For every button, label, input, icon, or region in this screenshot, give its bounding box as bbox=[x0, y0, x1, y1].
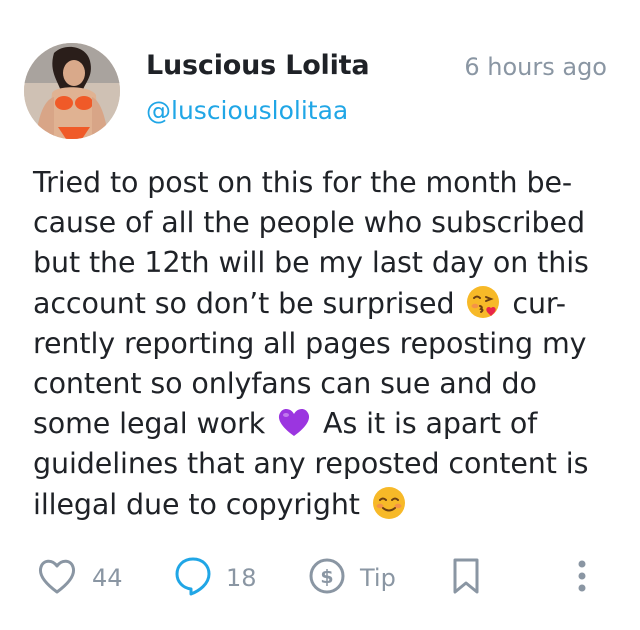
bookmark-icon bbox=[449, 557, 483, 599]
post-text-line: Tried to post on this for the month be- bbox=[33, 166, 573, 199]
post-actions-bar: 44 18 $ Tip bbox=[0, 550, 640, 606]
post-text-line: but the 12th will be my last day on this bbox=[33, 246, 589, 280]
svg-text:$: $ bbox=[320, 566, 333, 588]
post-timestamp[interactable]: 6 hours ago bbox=[464, 53, 607, 81]
post-text-line: account so don’t be surprised cur- bbox=[33, 284, 598, 324]
post-text-segment: account so don’t be surprised bbox=[33, 286, 455, 320]
post-text-line: cause of all the people who subscribed bbox=[33, 206, 585, 240]
more-options-button[interactable] bbox=[570, 550, 594, 606]
purple-heart-emoji bbox=[276, 404, 312, 440]
post-text-line: some legal work As it is apart of bbox=[33, 404, 598, 444]
post-text-line: content so onlyfans can sue and do bbox=[33, 367, 537, 401]
avatar[interactable] bbox=[24, 43, 120, 139]
post-text-line: guidelines that any reposted content is bbox=[33, 447, 589, 481]
tip-button[interactable]: $ Tip bbox=[308, 550, 396, 606]
bookmark-button[interactable] bbox=[449, 550, 483, 606]
post-text-line: rently reporting all pages reposting my bbox=[33, 326, 587, 360]
post-text-line: illegal due to copyright bbox=[33, 485, 598, 525]
author-handle[interactable]: @lusciouslolitaa bbox=[146, 96, 348, 125]
comment-button[interactable]: 18 bbox=[174, 550, 257, 606]
face-blowing-kiss-emoji bbox=[465, 284, 501, 320]
avatar-image bbox=[24, 43, 120, 139]
author-display-name[interactable]: Luscious Lolita bbox=[146, 50, 370, 81]
post-text-segment: As it is apart of bbox=[323, 407, 538, 441]
like-button[interactable]: 44 bbox=[36, 550, 123, 606]
post-text-segment: some legal work bbox=[33, 407, 266, 441]
dollar-icon: $ bbox=[308, 557, 346, 599]
more-vertical-icon bbox=[570, 556, 594, 600]
comment-count: 18 bbox=[226, 564, 257, 592]
smiling-face-emoji bbox=[371, 485, 407, 521]
post-card: Luscious Lolita @lusciouslolitaa 6 hours… bbox=[0, 0, 640, 630]
post-text-segment: illegal due to copyright bbox=[33, 487, 360, 521]
like-count: 44 bbox=[92, 564, 123, 592]
heart-icon bbox=[36, 557, 78, 599]
comment-bubble-icon bbox=[174, 556, 212, 600]
tip-label: Tip bbox=[360, 564, 396, 592]
post-text: Tried to post on this for the month be- … bbox=[33, 163, 598, 525]
post-text-segment: cur- bbox=[512, 286, 566, 320]
